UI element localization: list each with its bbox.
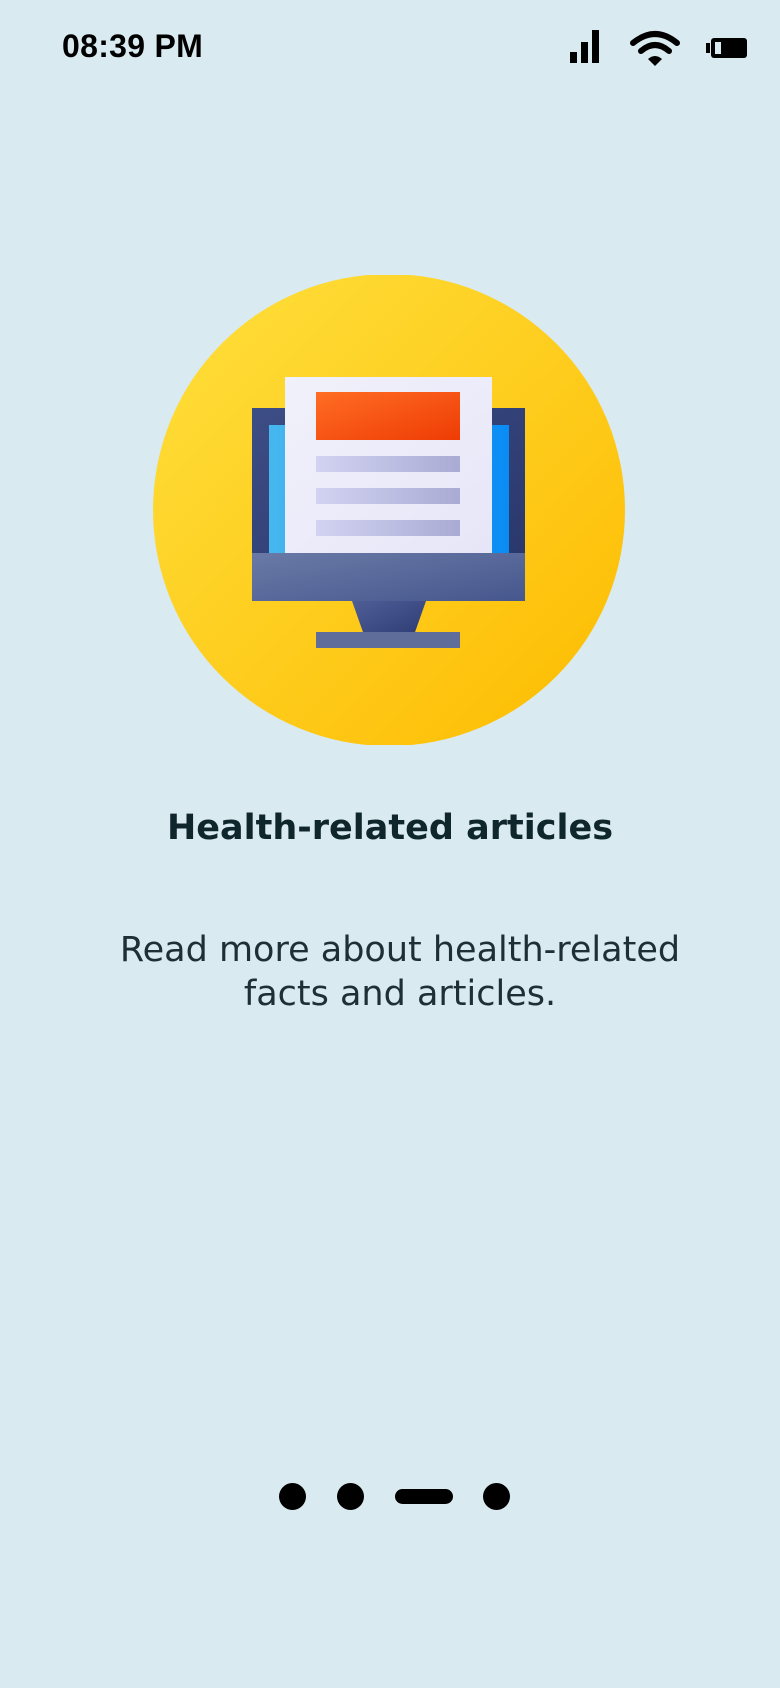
onboarding-title: Health-related articles <box>166 808 614 848</box>
battery-icon <box>706 38 747 58</box>
onboarding-description: Read more about health-related facts and… <box>119 930 681 1014</box>
monitor-article-icon <box>153 274 625 746</box>
page-indicator <box>0 1483 780 1511</box>
status-bar: 08:39 PM <box>0 0 780 100</box>
onboarding-illustration <box>152 274 626 746</box>
page-dot-2[interactable] <box>337 1483 364 1510</box>
page-dot-4[interactable] <box>483 1483 510 1510</box>
signal-icon <box>570 30 599 63</box>
page-dot-3-active[interactable] <box>395 1489 453 1504</box>
status-time: 08:39 PM <box>62 28 204 64</box>
wifi-icon <box>630 31 680 66</box>
page-dot-1[interactable] <box>279 1483 306 1510</box>
